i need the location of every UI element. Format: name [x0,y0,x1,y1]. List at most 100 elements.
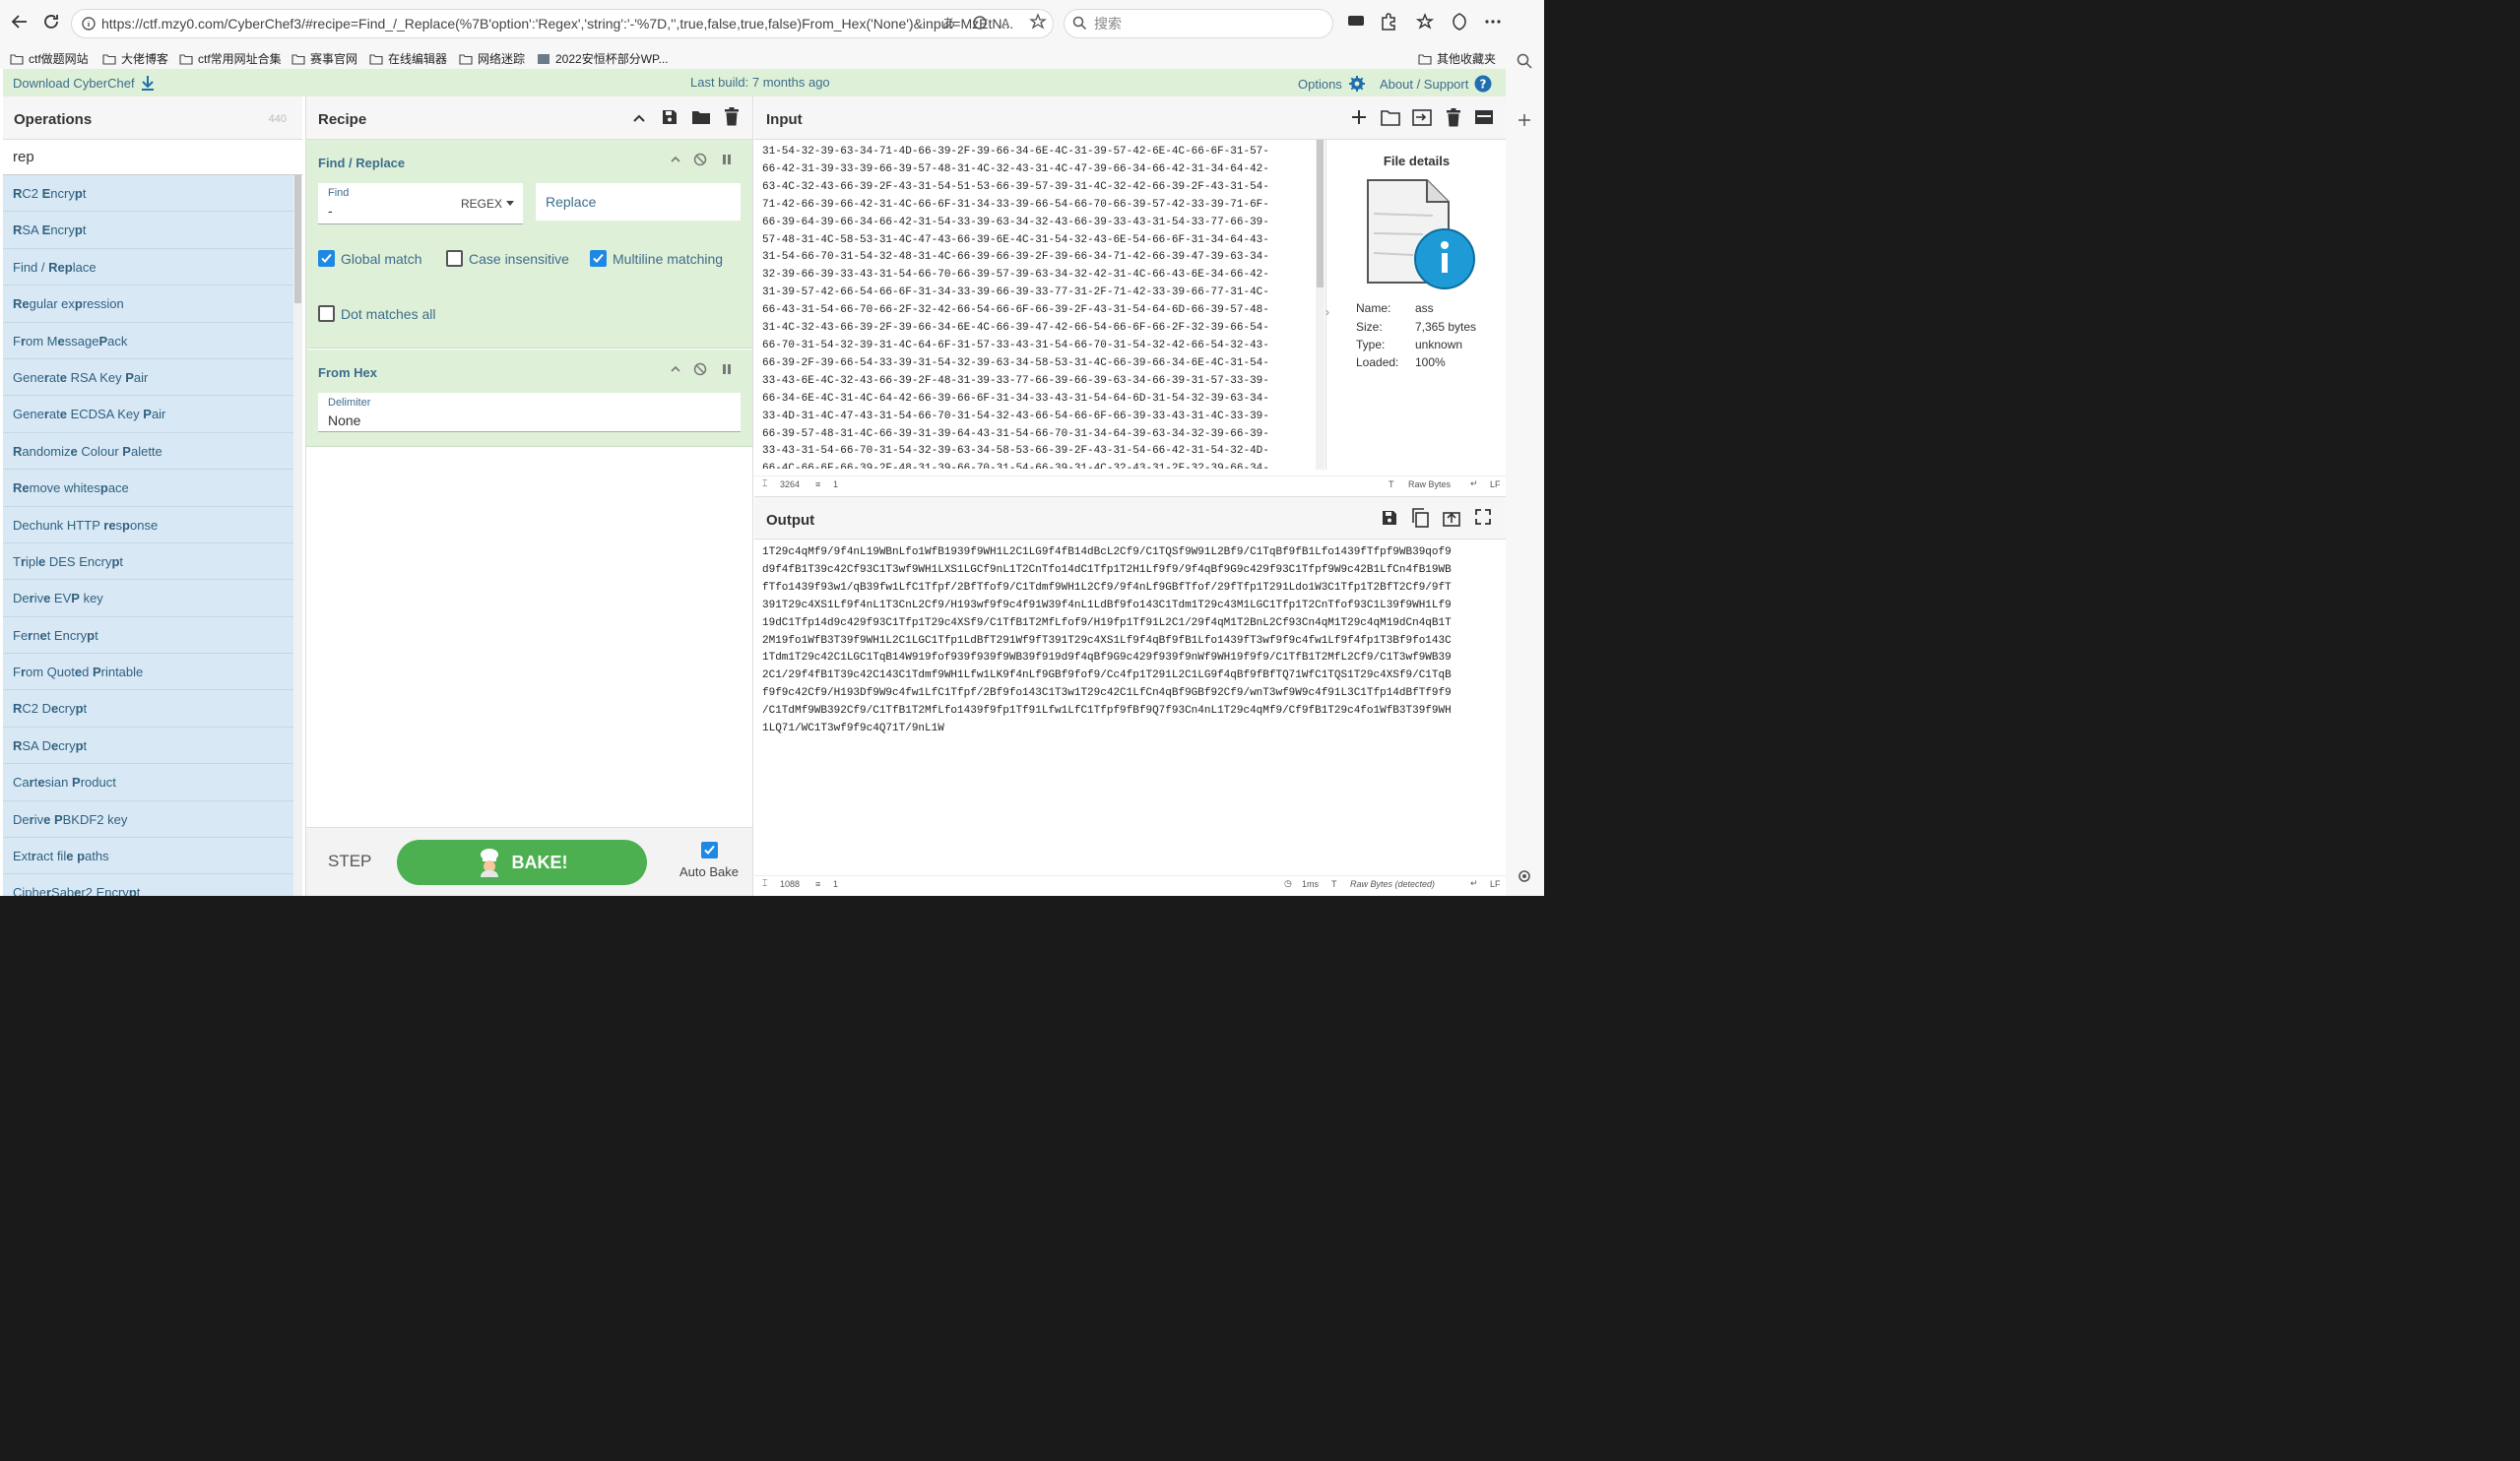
input-scrollbar[interactable] [1316,140,1325,470]
delimiter-field[interactable]: Delimiter None [318,393,741,432]
file-details-title: File details [1383,154,1451,168]
input-encoding[interactable]: Raw Bytes [1408,479,1451,489]
bookmark-folder[interactable]: ctf做题网站 [10,50,89,67]
operation-item[interactable]: RC2 Decrypt [3,690,293,728]
replace-field[interactable]: Replace [536,183,741,221]
bake-button[interactable]: BAKE! [397,840,647,885]
output-encoding[interactable]: Raw Bytes (detected) [1350,879,1435,889]
save-output-icon[interactable] [1381,509,1398,527]
scrollbar-thumb[interactable] [294,175,301,303]
operation-item[interactable]: Derive EVP key [3,580,293,617]
global-match-label: Global match [341,250,422,267]
maximise-output-icon[interactable] [1475,509,1491,525]
pause-breakpoint-icon[interactable] [721,363,733,375]
about-support-link[interactable]: About / Support ? [1380,75,1492,93]
favorites-icon[interactable] [1416,12,1436,32]
clear-input-trash-icon[interactable] [1446,108,1461,127]
disable-operation-icon[interactable] [693,153,707,166]
operation-item[interactable]: Fernet Encrypt [3,616,293,655]
replace-input-with-output-icon[interactable] [1443,509,1460,527]
operation-item[interactable]: Cartesian Product [3,764,293,801]
bookmark-link[interactable]: 2022安恒杯部分WP... [537,50,668,67]
operations-scrollbar[interactable] [293,175,302,896]
other-bookmarks[interactable]: 其他收藏夹 [1418,50,1496,67]
case-insensitive-checkbox[interactable]: Case insensitive [446,250,569,267]
bookmark-folder[interactable]: ctf常用网址合集 [179,50,282,67]
sidebar-settings-gear-icon[interactable] [1517,868,1532,884]
refresh-page-icon[interactable] [971,14,989,32]
find-mode-dropdown[interactable]: REGEX [461,197,515,211]
text-line: 31-39-57-42-66-54-66-6F-31-34-33-39-66-3… [762,286,1269,299]
operation-item[interactable]: Triple DES Encrypt [3,542,293,581]
open-file-import-icon[interactable] [1412,109,1432,126]
operation-item[interactable]: Remove whitespace [3,470,293,507]
operation-item[interactable]: Generate RSA Key Pair [3,358,293,397]
pause-breakpoint-icon[interactable] [721,154,733,165]
operation-item[interactable]: RSA Decrypt [3,727,293,765]
bookmark-folder[interactable]: 网络迷踪 [459,50,525,67]
operation-item[interactable]: Randomize Colour Palette [3,432,293,471]
operation-item[interactable]: From Quoted Printable [3,654,293,691]
operation-item[interactable]: RC2 Encrypt [3,175,293,213]
save-recipe-icon[interactable] [661,108,678,126]
browser-essentials-icon[interactable] [1450,12,1469,32]
operation-item[interactable]: Find / Replace [3,248,293,286]
markdown-ext-icon[interactable] [1347,12,1365,30]
multiline-matching-checkbox[interactable]: Multiline matching [590,250,723,267]
sidebar-search-icon[interactable] [1517,53,1532,69]
operation-item[interactable]: CipherSaber2 Encrypt [3,874,293,896]
refresh-icon[interactable] [41,12,61,32]
chevron-up-icon[interactable] [631,110,647,126]
operations-search-input[interactable]: rep [3,140,302,175]
load-recipe-folder-icon[interactable] [691,108,711,126]
back-arrow-icon[interactable] [10,12,30,32]
eol-arrow-icon: ↵ [1470,878,1478,888]
checkbox-checked-icon [590,250,607,267]
output-eol[interactable]: LF [1490,879,1501,889]
bookmark-folder[interactable]: 大佬博客 [102,50,168,67]
operation-label: RSA Encrypt [13,222,87,238]
auto-bake-checkbox[interactable]: Auto Bake [675,842,743,879]
operation-item[interactable]: Extract file paths [3,838,293,875]
output-text[interactable]: 1T29c4qMf9/9f4nL19WBnLfo1WfB1939f9WH1L2C… [762,544,1501,869]
bookmark-folder[interactable]: 赛事官网 [291,50,357,67]
favorite-star-icon[interactable] [1029,13,1047,31]
operation-item[interactable]: Generate ECDSA Key Pair [3,396,293,433]
open-folder-icon[interactable] [1381,109,1400,126]
read-aloud-icon[interactable]: A [1001,14,1018,32]
chevron-up-icon[interactable] [670,154,681,165]
input-textarea[interactable]: 31-54-32-39-63-34-71-4D-66-39-2F-39-66-3… [762,144,1314,469]
file-name-value: ass [1415,301,1434,315]
collapse-details-icon[interactable]: › [1325,305,1329,319]
options-link[interactable]: Options [1298,75,1366,93]
layout-reset-icon[interactable] [1474,109,1494,125]
download-cyberchef-link[interactable]: Download CyberChef [13,75,155,91]
chevron-up-icon[interactable] [670,363,681,375]
operation-item[interactable]: Dechunk HTTP response [3,506,293,543]
operation-item[interactable]: RSA Encrypt [3,212,293,249]
copy-output-icon[interactable] [1411,508,1429,528]
scrollbar-thumb[interactable] [1317,140,1324,287]
output-line-count: 1 [833,878,839,889]
more-menu-icon[interactable] [1483,12,1503,32]
bookmark-folder[interactable]: 在线编辑器 [369,50,447,67]
input-eol[interactable]: LF [1490,479,1501,489]
find-field[interactable]: Find - REGEX [318,183,523,224]
operation-item[interactable]: Derive PBKDF2 key [3,800,293,839]
operation-item[interactable]: From MessagePack [3,322,293,359]
add-tab-plus-icon[interactable] [1351,109,1367,125]
translate-icon[interactable]: あ [941,14,959,32]
disable-operation-icon[interactable] [693,362,707,376]
global-match-checkbox[interactable]: Global match [318,250,421,267]
operation-item[interactable]: Regular expression [3,286,293,323]
dot-matches-all-checkbox[interactable]: Dot matches all [318,305,435,322]
clear-recipe-trash-icon[interactable] [724,107,740,126]
step-button[interactable]: STEP [328,852,371,871]
sidebar-add-icon[interactable] [1517,112,1532,128]
text-line: 2M19fo1WfB3T39f9WH1L2C1LGC1Tfp1LdBfT291W… [762,634,1452,647]
extensions-puzzle-icon[interactable] [1379,12,1398,32]
site-info-icon[interactable] [81,16,97,32]
text-line: 57-48-31-4C-58-53-31-4C-47-43-66-39-6E-4… [762,233,1269,246]
url-bar[interactable]: https://ctf.mzy0.com/CyberChef3/#recipe=… [71,9,1054,38]
browser-search-box[interactable]: 搜索 [1064,9,1333,38]
